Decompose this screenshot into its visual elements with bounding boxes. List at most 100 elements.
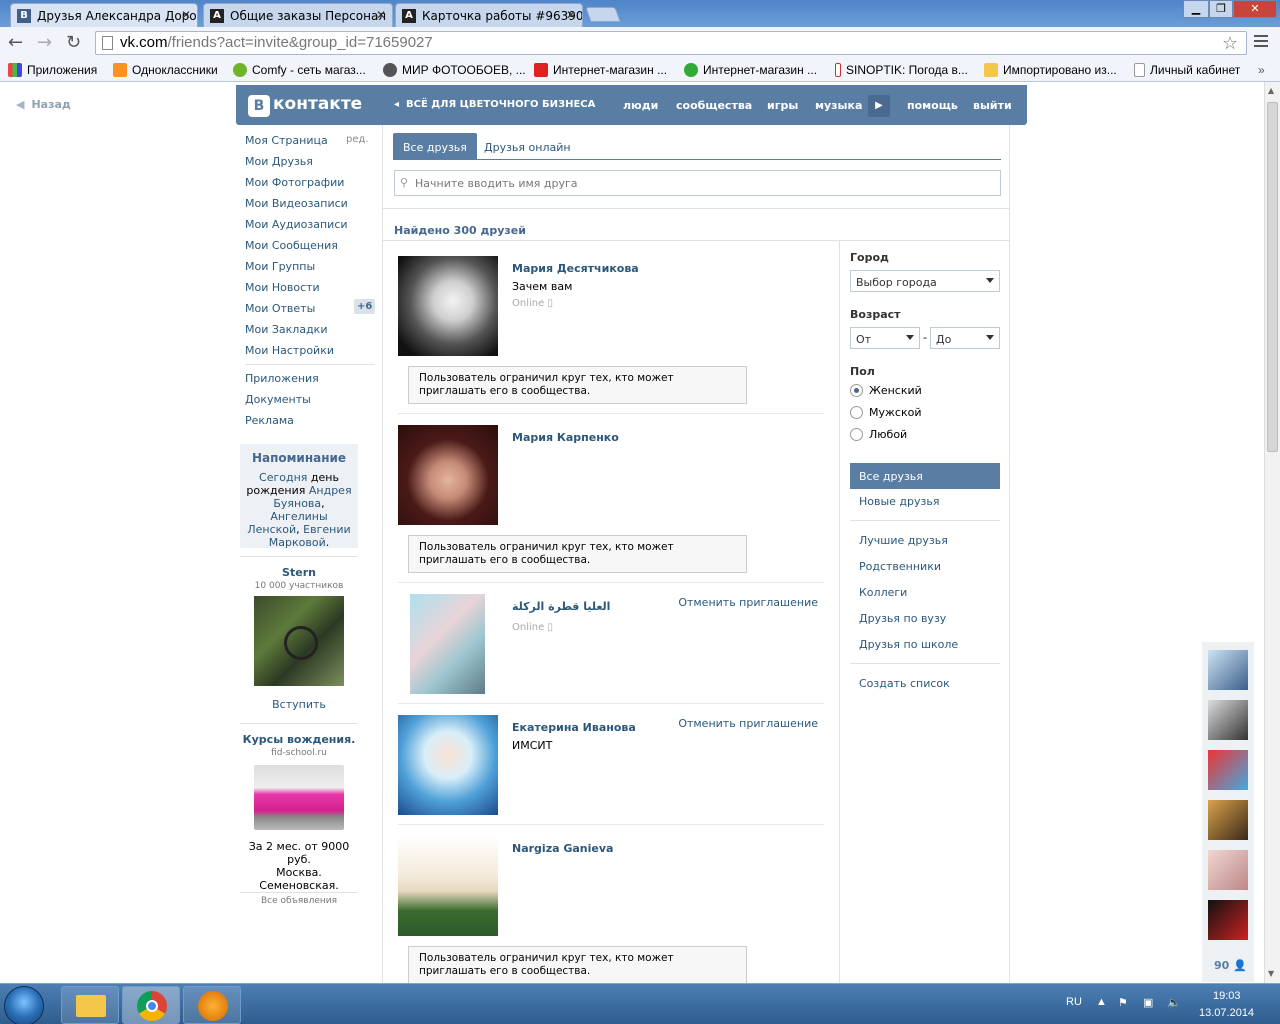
- close-icon[interactable]: ✕: [181, 8, 191, 22]
- sex-female-radio[interactable]: Женский: [850, 384, 922, 397]
- scroll-up-icon[interactable]: ▲: [1268, 86, 1274, 95]
- reminder-today-link[interactable]: Сегодня: [259, 471, 307, 484]
- maximize-button[interactable]: ❐: [1209, 0, 1233, 18]
- friend-avatar[interactable]: [398, 256, 498, 356]
- address-bar[interactable]: vk.com/friends?act=invite&group_id=71659…: [95, 31, 1247, 55]
- new-tab-button[interactable]: [585, 7, 621, 22]
- explorer-taskbar-button[interactable]: [61, 986, 119, 1024]
- friend-name[interactable]: العليا قطرة الركلة: [512, 600, 610, 613]
- online-friend-avatar[interactable]: [1208, 850, 1248, 890]
- browser-tab-vk[interactable]: В Друзья Александра Доро ✕: [10, 3, 198, 27]
- tab-all-friends[interactable]: Все друзья: [393, 133, 477, 159]
- group-ad-image[interactable]: [254, 596, 344, 686]
- online-friend-avatar[interactable]: [1208, 700, 1248, 740]
- bookmark-star-icon[interactable]: ☆: [1222, 33, 1238, 54]
- age-to-select[interactable]: До: [930, 327, 1000, 349]
- menu-news[interactable]: Мои Новости: [245, 281, 320, 294]
- cancel-invite-link[interactable]: Отменить приглашение: [678, 717, 818, 730]
- online-friend-avatar[interactable]: [1208, 900, 1248, 940]
- back-arrow-icon[interactable]: ←: [8, 32, 23, 53]
- menu-ads[interactable]: Реклама: [245, 414, 294, 427]
- scroll-thumb[interactable]: [1267, 102, 1278, 452]
- clock-date[interactable]: 13.07.2014: [1199, 1007, 1254, 1019]
- browser-menu-icon[interactable]: [1254, 35, 1268, 47]
- menu-docs[interactable]: Документы: [245, 393, 311, 406]
- scroll-down-icon[interactable]: ▼: [1268, 969, 1274, 978]
- friend-search-input[interactable]: ⚲ Начните вводить имя друга: [394, 170, 1001, 196]
- bookmark-imported[interactable]: Импортировано из...: [984, 63, 1117, 77]
- forward-arrow-icon[interactable]: →: [37, 32, 52, 53]
- friend-avatar[interactable]: [398, 715, 498, 815]
- friend-name[interactable]: Nargiza Ganieva: [512, 842, 613, 855]
- page-scrollbar[interactable]: ▲ ▼: [1264, 82, 1280, 983]
- bookmark-odnoklassniki[interactable]: Одноклассники: [113, 63, 218, 77]
- list-school[interactable]: Друзья по школе: [859, 638, 958, 651]
- browser-tab-card[interactable]: A Карточка работы #96390 ✕: [395, 3, 583, 27]
- tray-expand-icon[interactable]: ▲: [1096, 996, 1107, 1008]
- menu-photos[interactable]: Мои Фотографии: [245, 176, 344, 189]
- menu-groups[interactable]: Мои Группы: [245, 260, 315, 273]
- nav-logout[interactable]: выйти: [973, 99, 1012, 112]
- language-indicator[interactable]: RU: [1066, 996, 1082, 1008]
- friend-name[interactable]: Мария Карпенко: [512, 431, 619, 444]
- back-link[interactable]: ◀ Назад: [16, 98, 71, 111]
- list-new-friends[interactable]: Новые друзья: [859, 495, 939, 508]
- ad-car-image[interactable]: [254, 765, 344, 830]
- tab-online-friends[interactable]: Друзья онлайн: [474, 133, 581, 159]
- join-group-link[interactable]: Вступить: [240, 698, 358, 711]
- friend-name[interactable]: Екатерина Иванова: [512, 721, 636, 734]
- list-university[interactable]: Друзья по вузу: [859, 612, 946, 625]
- menu-audio[interactable]: Мои Аудиозаписи: [245, 218, 348, 231]
- ad-title[interactable]: Курсы вождения.: [240, 733, 358, 746]
- friend-avatar[interactable]: [398, 836, 498, 936]
- minimize-button[interactable]: ▁: [1183, 0, 1209, 18]
- city-select[interactable]: Выбор города: [850, 270, 1000, 292]
- menu-settings[interactable]: Мои Настройки: [245, 344, 334, 357]
- bookmarks-overflow-icon[interactable]: »: [1258, 63, 1265, 77]
- reload-icon[interactable]: ↻: [66, 32, 81, 53]
- menu-my-page[interactable]: Моя Страница: [245, 134, 328, 147]
- play-icon[interactable]: ▶: [868, 95, 890, 117]
- menu-bookmarks[interactable]: Мои Закладки: [245, 323, 327, 336]
- answers-badge[interactable]: +6: [354, 299, 376, 314]
- friend-name[interactable]: Мария Десятчикова: [512, 262, 639, 275]
- bookmark-cabinet[interactable]: Личный кабинет: [1134, 63, 1240, 77]
- browser-tab-orders[interactable]: A Общие заказы Персонал ✕: [203, 3, 393, 27]
- online-friend-avatar[interactable]: [1208, 800, 1248, 840]
- volume-icon[interactable]: 🔈: [1167, 996, 1181, 1009]
- bookmark-sinoptik[interactable]: SINOPTIK: Погода в...: [835, 63, 968, 77]
- bookmark-shop-2[interactable]: Интернет-магазин ...: [684, 63, 817, 77]
- fl-studio-taskbar-button[interactable]: [183, 986, 241, 1024]
- nav-games[interactable]: игры: [767, 99, 798, 112]
- vk-logo[interactable]: Вконтакте: [248, 94, 362, 117]
- bookmark-fotooboi[interactable]: МИР ФОТООБОЕВ, ...: [383, 63, 526, 77]
- sex-any-radio[interactable]: Любой: [850, 428, 907, 441]
- friend-avatar[interactable]: [398, 425, 498, 525]
- friend-avatar[interactable]: [410, 594, 485, 694]
- sex-male-radio[interactable]: Мужской: [850, 406, 921, 419]
- all-ads-link[interactable]: Все объявления: [240, 896, 358, 906]
- online-count[interactable]: 90 👤: [1214, 959, 1247, 972]
- online-friend-avatar[interactable]: [1208, 650, 1248, 690]
- online-friend-avatar[interactable]: [1208, 750, 1248, 790]
- start-button[interactable]: [4, 986, 44, 1024]
- menu-answers[interactable]: Мои Ответы: [245, 302, 315, 315]
- menu-videos[interactable]: Мои Видеозаписи: [245, 197, 348, 210]
- nav-people[interactable]: люди: [623, 99, 658, 112]
- create-list-link[interactable]: Создать список: [859, 677, 950, 690]
- cancel-invite-link[interactable]: Отменить приглашение: [678, 596, 818, 609]
- list-all-friends[interactable]: Все друзья: [850, 463, 1000, 489]
- group-back-link[interactable]: ◂ ВСЁ ДЛЯ ЦВЕТОЧНОГО БИЗНЕСА: [394, 99, 595, 110]
- nav-communities[interactable]: сообщества: [676, 99, 752, 112]
- close-icon[interactable]: ✕: [376, 8, 386, 22]
- bookmark-apps[interactable]: Приложения: [8, 63, 97, 77]
- menu-apps[interactable]: Приложения: [245, 372, 319, 385]
- list-colleagues[interactable]: Коллеги: [859, 586, 907, 599]
- close-window-button[interactable]: ✕: [1233, 0, 1277, 18]
- list-relatives[interactable]: Родственники: [859, 560, 941, 573]
- list-best-friends[interactable]: Лучшие друзья: [859, 534, 948, 547]
- menu-edit-link[interactable]: ред.: [346, 134, 369, 145]
- close-icon[interactable]: ✕: [566, 8, 576, 22]
- menu-friends[interactable]: Мои Друзья: [245, 155, 313, 168]
- chrome-taskbar-button[interactable]: [122, 986, 180, 1024]
